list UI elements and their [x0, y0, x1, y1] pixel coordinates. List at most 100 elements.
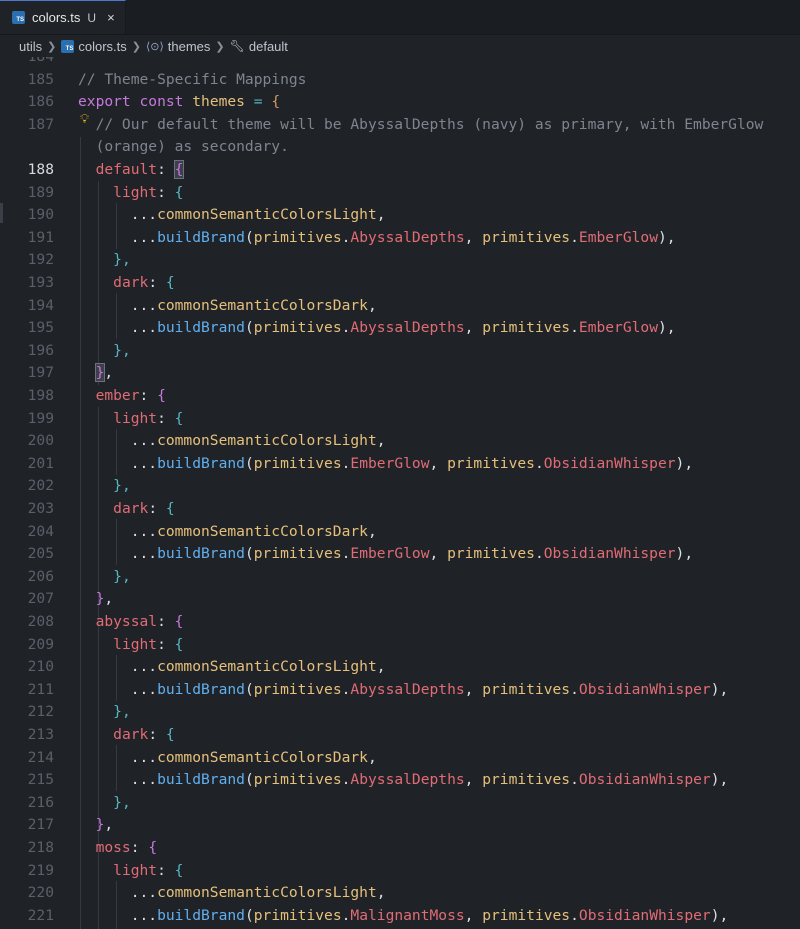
code-token: :	[148, 500, 166, 517]
lightbulb-icon[interactable]: 💡︎	[80, 112, 89, 127]
code-line[interactable]: 192 },	[0, 249, 800, 271]
code-token: {	[174, 183, 184, 201]
code-line[interactable]: (orange) as secondary.	[0, 136, 800, 158]
code-line[interactable]: 187 // Our default theme will be Abyssal…	[0, 114, 800, 136]
line-number: 188	[27, 161, 54, 178]
code-line[interactable]: 210 ...commonSemanticColorsLight,	[0, 656, 800, 678]
code-token: :	[157, 161, 175, 178]
tab-colors-ts[interactable]: TS colors.ts U ×	[0, 0, 126, 34]
code-line[interactable]: 195 ...buildBrand(primitives.AbyssalDept…	[0, 317, 800, 339]
code-line[interactable]: 193 dark: {	[0, 272, 800, 294]
code-line[interactable]: 196 },	[0, 340, 800, 362]
line-number: 185	[27, 70, 54, 88]
code-line[interactable]: 205 ...buildBrand(primitives.EmberGlow, …	[0, 543, 800, 565]
code-line[interactable]: 188 default: {	[0, 159, 800, 181]
code-line[interactable]: 203 dark: {	[0, 498, 800, 520]
line-number: 191	[27, 228, 54, 246]
code-line[interactable]: 207 },	[0, 588, 800, 610]
code-line[interactable]: 213 dark: {	[0, 724, 800, 746]
code-line[interactable]: 200 ...commonSemanticColorsLight,	[0, 430, 800, 452]
code-line[interactable]: 219 light: {	[0, 860, 800, 882]
code-line[interactable]: 221 ...buildBrand(primitives.MalignantMo…	[0, 905, 800, 927]
code-token: ...	[130, 884, 158, 902]
code-token: =	[244, 93, 272, 111]
code-token: ,	[376, 658, 386, 676]
code-line[interactable]: 186 export const themes = {	[0, 91, 800, 113]
breadcrumb-utils[interactable]: utils	[19, 39, 42, 54]
code-line[interactable]: 184	[0, 57, 800, 68]
code-line[interactable]: 204 ...commonSemanticColorsDark,	[0, 521, 800, 543]
code-token: EmberGlow	[350, 454, 430, 472]
tab-status: U	[87, 10, 97, 25]
breadcrumb-themes[interactable]: themes	[168, 39, 211, 54]
code-text: light: {	[78, 182, 183, 204]
code-line[interactable]: 185 // Theme-Specific Mappings	[0, 69, 800, 91]
code-line[interactable]: 215 ...buildBrand(primitives.AbyssalDept…	[0, 769, 800, 791]
code-token: primitives	[447, 454, 535, 472]
code-token: {	[148, 839, 158, 856]
code-text: dark: {	[78, 724, 175, 746]
code-line[interactable]: 209 light: {	[0, 634, 800, 656]
code-token: commonSemanticColorsDark	[157, 522, 368, 540]
code-token: ,	[464, 228, 483, 246]
code-line[interactable]: 202 },	[0, 475, 800, 497]
code-line[interactable]: 212 },	[0, 701, 800, 723]
code-line[interactable]: 220 ...commonSemanticColorsLight,	[0, 882, 800, 904]
code-line[interactable]: 217 },	[0, 814, 800, 836]
code-line[interactable]: 190 ...commonSemanticColorsLight,	[0, 204, 800, 226]
code-token: primitives	[253, 228, 342, 246]
code-line[interactable]: 214 ...commonSemanticColorsDark,	[0, 747, 800, 769]
line-number: 201	[27, 454, 54, 472]
code-line[interactable]: 194 ...commonSemanticColorsDark,	[0, 295, 800, 317]
code-token: primitives	[253, 680, 342, 698]
code-line[interactable]: 201 ...buildBrand(primitives.EmberGlow, …	[0, 453, 800, 475]
code-token: ),	[710, 771, 729, 789]
line-number: 203	[27, 500, 54, 517]
code-line[interactable]: 189 light: {	[0, 182, 800, 204]
code-text: },	[78, 362, 113, 384]
line-number: 211	[27, 680, 54, 698]
code-token: ...	[130, 906, 158, 924]
code-token: (	[244, 454, 254, 472]
code-token: export	[78, 93, 131, 111]
code-token: ,	[464, 906, 483, 924]
code-line[interactable]: 216 },	[0, 792, 800, 814]
code-token: buildBrand	[157, 771, 245, 789]
breadcrumb-default[interactable]: default	[249, 39, 288, 54]
code-token: ,	[376, 206, 386, 224]
code-line[interactable]: 218 moss: {	[0, 837, 800, 859]
code-text: ...buildBrand(primitives.AbyssalDepths, …	[78, 227, 676, 249]
code-token: ObsidianWhisper	[578, 680, 711, 698]
close-icon[interactable]: ×	[107, 10, 115, 25]
code-text: },	[78, 566, 131, 588]
code-token: {	[174, 861, 184, 879]
code-token: // Our default theme will be AbyssalDept…	[78, 115, 764, 133]
code-line[interactable]: 198 ember: {	[0, 385, 800, 407]
code-token: {	[271, 93, 281, 111]
breadcrumb-colors-ts[interactable]: colors.ts	[78, 39, 126, 54]
code-token: primitives	[482, 680, 571, 698]
code-line[interactable]: 208 abyssal: {	[0, 611, 800, 633]
code-line[interactable]: 211 ...buildBrand(primitives.AbyssalDept…	[0, 679, 800, 701]
code-editor[interactable]: 184 185 // Theme-Specific Mappings 186 expor…	[0, 57, 800, 929]
code-token: .	[570, 771, 579, 789]
code-line[interactable]: 191 ...buildBrand(primitives.AbyssalDept…	[0, 227, 800, 249]
line-number: 196	[27, 341, 54, 359]
line-number: 214	[27, 748, 54, 766]
line-number: 217	[27, 816, 54, 834]
code-text: ...buildBrand(primitives.EmberGlow, prim…	[78, 543, 693, 565]
code-line[interactable]: 199 light: {	[0, 408, 800, 430]
code-line[interactable]: 206 },	[0, 566, 800, 588]
code-line[interactable]: 197 },	[0, 362, 800, 384]
line-number: 193	[27, 274, 54, 291]
code-text: },	[78, 701, 131, 723]
